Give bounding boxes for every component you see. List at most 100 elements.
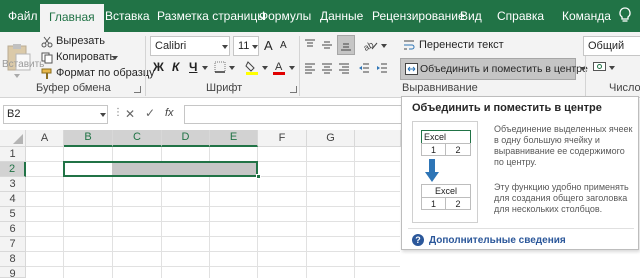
font-size-dropdown-icon[interactable] (252, 45, 258, 49)
paste-dropdown-icon[interactable] (14, 74, 20, 78)
align-right-icon[interactable] (337, 61, 351, 75)
tooltip-title: Объединить и поместить в центре (412, 102, 602, 114)
illustration-before-merged-cell: Excel (421, 130, 471, 144)
tab-page-layout[interactable]: Разметка страницы (157, 9, 266, 23)
tab-file[interactable]: Файл (8, 9, 38, 23)
tell-me-lightbulb-icon[interactable] (618, 7, 632, 26)
underline-dropdown-icon[interactable] (202, 66, 208, 70)
help-icon: ? (412, 234, 424, 246)
number-format-value: Общий (588, 40, 625, 52)
worksheet-grid[interactable]: A B C D E F G 1 2 3 4 5 6 7 8 9 (0, 130, 401, 278)
insert-function-button[interactable]: fx (165, 107, 174, 119)
copy-dropdown-icon[interactable] (112, 56, 118, 60)
align-left-icon[interactable] (303, 61, 317, 75)
column-header-e[interactable]: E (210, 130, 258, 147)
currency-dropdown-icon[interactable] (609, 66, 615, 70)
grid-lines (0, 130, 400, 278)
name-box[interactable]: B2 (3, 105, 108, 124)
tab-home[interactable]: Главная (40, 4, 104, 32)
tab-team[interactable]: Команда (562, 9, 611, 23)
tab-view[interactable]: Вид (460, 9, 482, 23)
copy-button[interactable]: Копировать (56, 51, 115, 63)
ribbon-home: Вставить Вырезать Копировать Формат по о… (0, 32, 640, 98)
row-header-7[interactable]: 7 (0, 237, 26, 252)
illustration-before-cell-2: 2 (445, 143, 471, 156)
column-header-a[interactable]: A (26, 130, 64, 147)
select-all-corner[interactable] (0, 130, 26, 147)
column-header-h[interactable] (355, 130, 401, 147)
grow-font-button[interactable]: A (264, 38, 273, 53)
column-header-c[interactable]: C (113, 130, 162, 147)
alignment-group-label: Выравнивание (402, 82, 478, 94)
name-box-value: B2 (7, 108, 21, 120)
illustration-before-text: Excel (424, 132, 447, 142)
merge-illustration: Excel 1 2 Excel 1 2 (412, 121, 478, 223)
row-header-3[interactable]: 3 (0, 177, 26, 192)
paste-label: Вставить (2, 59, 45, 70)
font-color-dropdown-icon[interactable] (289, 66, 295, 70)
borders-dropdown-icon[interactable] (229, 66, 235, 70)
tab-insert[interactable]: Вставка (105, 9, 150, 23)
format-painter-button[interactable]: Формат по образцу (56, 67, 155, 79)
align-center-icon[interactable] (320, 61, 334, 75)
row-header-5[interactable]: 5 (0, 207, 26, 222)
tab-help[interactable]: Справка (497, 9, 544, 23)
align-top-icon[interactable] (303, 38, 317, 52)
merge-center-tooltip: Объединить и поместить в центре Excel 1 … (401, 96, 639, 250)
format-painter-icon (40, 68, 54, 80)
formula-bar-grip-icon: ⋮ (113, 107, 123, 118)
tooltip-description-1: Объединение выделенных ячеек в одну боль… (494, 124, 633, 167)
merge-and-center-button[interactable]: Объединить и поместить в центре (400, 58, 588, 80)
scissors-icon (40, 36, 54, 48)
wrap-text-icon (402, 38, 416, 52)
row-header-1[interactable]: 1 (0, 147, 26, 162)
cut-button[interactable]: Вырезать (56, 35, 105, 47)
column-header-b[interactable]: B (64, 130, 113, 147)
tab-review[interactable]: Рецензирование (372, 9, 465, 23)
font-group-label: Шрифт (206, 82, 243, 94)
column-header-g[interactable]: G (307, 130, 355, 147)
fill-color-icon[interactable] (244, 59, 260, 75)
bold-button[interactable]: Ж (153, 60, 164, 74)
more-info-link[interactable]: ? Дополнительные сведения (412, 234, 566, 246)
wrap-text-button[interactable]: Перенести текст (419, 39, 504, 51)
fill-handle[interactable] (256, 174, 261, 179)
increase-indent-icon[interactable] (375, 61, 389, 75)
align-middle-icon[interactable] (320, 38, 334, 52)
formula-input[interactable] (184, 105, 402, 124)
number-format-select[interactable]: Общий (583, 36, 640, 56)
borders-icon[interactable] (213, 60, 227, 74)
shrink-font-button[interactable]: A (280, 40, 287, 51)
font-launcher-icon[interactable] (290, 86, 297, 93)
orientation-dropdown-icon[interactable] (381, 44, 387, 48)
column-header-f[interactable]: F (258, 130, 307, 147)
tab-data[interactable]: Данные (320, 9, 363, 23)
italic-button[interactable]: К (172, 60, 179, 74)
excel-window: Файл Главная Вставка Разметка страницы Ф… (0, 0, 640, 278)
illustration-after-cell-1: 1 (421, 197, 446, 210)
row-header-9[interactable]: 9 (0, 267, 26, 278)
cancel-entry-icon[interactable]: ✕ (125, 107, 135, 121)
font-name-dropdown-icon[interactable] (222, 45, 228, 49)
font-name-select[interactable]: Calibri (150, 36, 230, 56)
row-header-8[interactable]: 8 (0, 252, 26, 267)
confirm-entry-icon[interactable]: ✓ (145, 106, 155, 120)
illustration-after-text: Excel (434, 186, 457, 196)
tab-formulas[interactable]: Формулы (259, 9, 311, 23)
underline-button[interactable]: Ч (189, 60, 197, 74)
row-header-4[interactable]: 4 (0, 192, 26, 207)
font-color-icon[interactable]: A (272, 59, 286, 75)
merge-and-center-label: Объединить и поместить в центре (420, 63, 588, 75)
illustration-after-value-1: 1 (430, 199, 436, 209)
align-bottom-icon[interactable] (337, 35, 355, 55)
name-box-dropdown-icon[interactable] (100, 113, 106, 117)
fill-color-dropdown-icon[interactable] (262, 66, 268, 70)
row-header-6[interactable]: 6 (0, 222, 26, 237)
column-header-d[interactable]: D (162, 130, 210, 147)
orientation-icon[interactable]: ab (363, 38, 379, 52)
clipboard-group-label: Буфер обмена (36, 82, 111, 94)
clipboard-launcher-icon[interactable] (134, 86, 141, 93)
currency-format-icon[interactable] (592, 60, 606, 74)
decrease-indent-icon[interactable] (357, 61, 371, 75)
row-header-2[interactable]: 2 (0, 162, 26, 177)
